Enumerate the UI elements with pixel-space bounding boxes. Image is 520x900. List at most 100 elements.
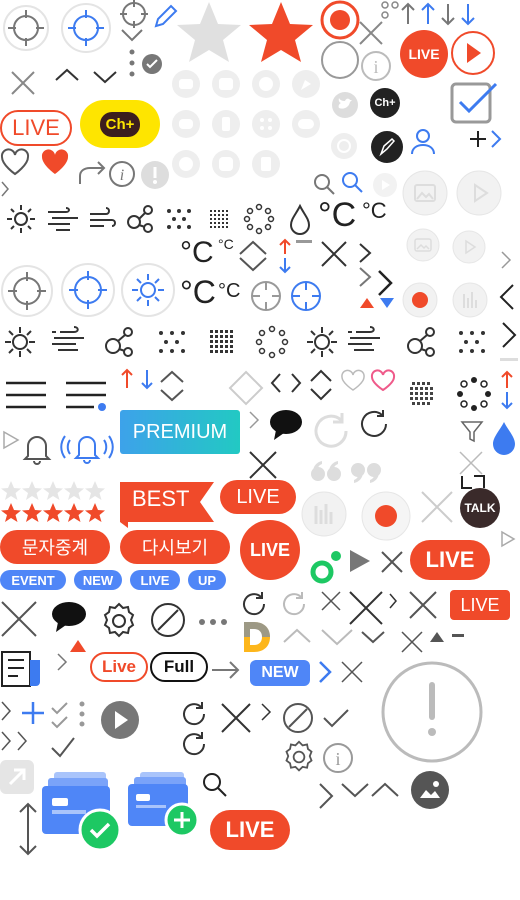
share-nodes-icon — [406, 326, 438, 358]
image-placeholder-small-icon — [406, 228, 440, 262]
up-label: UP — [197, 572, 217, 588]
share-nodes-icon — [104, 326, 136, 358]
chevron-right-icon — [260, 702, 272, 722]
chevron-right-bold-icon — [376, 268, 394, 298]
dots-grid-icon — [458, 330, 486, 354]
live-circle-badge: LIVE — [240, 520, 300, 580]
block-icon — [282, 702, 314, 734]
close-icon — [10, 70, 36, 96]
loading-dots-icon — [255, 325, 289, 359]
chevron-right-icon — [358, 242, 372, 264]
card-stack-check-icon — [40, 770, 122, 852]
refresh-icon — [180, 700, 208, 728]
talk-label: TALK — [464, 501, 496, 515]
search-gray-icon — [312, 172, 336, 196]
chevron-right-small-icon — [388, 592, 398, 610]
crosshair-small-icon — [120, 0, 148, 28]
close-icon — [248, 450, 278, 480]
record-icon — [320, 0, 360, 40]
live-rect-badge: LIVE — [450, 590, 510, 620]
svg-text:i: i — [120, 167, 124, 184]
triangle-down-blue-icon — [380, 298, 394, 308]
new-label: NEW — [82, 572, 114, 588]
info-icon: i — [108, 160, 136, 188]
filter-icon — [460, 420, 484, 444]
new-badge: NEW — [250, 660, 310, 686]
event-badge: EVENT — [0, 570, 66, 590]
chevron-right-icon — [56, 652, 68, 672]
chevron-right-small-icon — [248, 410, 260, 430]
loading-dots-icon — [456, 376, 492, 412]
up-badge: UP — [188, 570, 226, 590]
checklist-icon — [50, 700, 88, 730]
triangle-up-red-icon — [360, 298, 374, 308]
chevron-right-icon — [358, 266, 372, 288]
checkbox-checked-icon — [450, 80, 500, 126]
sun-blue-icon — [120, 262, 176, 318]
up-down-chevron-icon — [158, 368, 186, 404]
settings-gear-icon — [282, 740, 316, 774]
crosshair-icon — [2, 4, 50, 52]
arrow-down-blue-icon — [278, 256, 292, 274]
block-icon — [150, 602, 186, 638]
heart-pink-icon — [370, 369, 396, 392]
newspaper-icon — [0, 650, 42, 688]
live-pill-badge: LIVE — [410, 540, 490, 580]
rating-stars-empty — [0, 480, 108, 502]
hamburger-menu-icon — [6, 380, 46, 410]
water-drop-icon — [288, 203, 312, 236]
info-icon: i — [322, 742, 354, 774]
chart-faded-icon — [300, 490, 348, 538]
dots-cluster-icon — [380, 0, 400, 20]
celsius-large-label: °C — [318, 196, 357, 234]
live-badge-label: LIVE — [140, 572, 170, 588]
arrow-up-red-icon — [500, 370, 514, 390]
arrow-down-blue-icon — [140, 368, 154, 390]
replay-label: 다시보기 — [141, 538, 209, 558]
circle-outline-icon — [320, 40, 360, 80]
plus-blue-icon — [20, 700, 46, 726]
card-stack-add-icon — [128, 770, 200, 840]
play-placeholder-small-icon — [452, 230, 486, 264]
triangle-up-red-icon — [70, 640, 86, 652]
checkmark-icon — [322, 708, 350, 728]
live-pill-badge: LIVE — [210, 810, 290, 850]
search-icon — [200, 770, 228, 798]
eye-icon — [330, 132, 358, 160]
image-placeholder-icon — [402, 170, 448, 216]
svg-text:i: i — [373, 57, 378, 77]
text-relay-label: 문자중계 — [21, 538, 89, 558]
user-icon — [410, 128, 436, 156]
close-icon — [320, 590, 342, 612]
crosshair-active-icon — [60, 2, 112, 54]
alert-filled-icon — [140, 160, 170, 190]
speech-bubble-icon — [50, 600, 88, 636]
daum-logo-icon — [240, 620, 272, 654]
arrow-down-blue-icon — [500, 390, 514, 410]
dot-matrix-icon — [406, 378, 438, 410]
heart-filled-icon — [40, 148, 70, 176]
live-badge-label: LIVE — [408, 46, 440, 62]
arrow-up-icon — [400, 2, 416, 26]
celsius-small-label: °C — [218, 280, 241, 302]
arrow-right-icon — [212, 660, 242, 680]
chevron-up-icon — [370, 782, 400, 798]
chevron-right-small-icon — [500, 250, 512, 270]
more-horizontal-icon — [198, 618, 228, 626]
chevron-down-icon — [120, 28, 144, 42]
close-icon — [458, 450, 484, 476]
more-vertical-icon — [128, 48, 136, 78]
celsius-small-label: °C — [362, 198, 387, 223]
pen-circle-icon — [370, 130, 404, 164]
social-icons-grid — [170, 68, 320, 188]
up-down-chevron-icon — [236, 238, 270, 274]
star-gray-icon — [176, 0, 242, 64]
kakao-channel-add-badge: Ch+ — [80, 100, 160, 148]
play-outline-icon — [500, 530, 516, 548]
sun-icon — [6, 204, 36, 234]
speech-bubble-icon — [268, 408, 304, 442]
premium-badge: PREMIUM — [120, 410, 240, 454]
live-badge-label: LIVE — [425, 547, 475, 572]
live-pill-badge: LIVE — [220, 480, 296, 514]
play-triangle-icon — [348, 548, 372, 574]
